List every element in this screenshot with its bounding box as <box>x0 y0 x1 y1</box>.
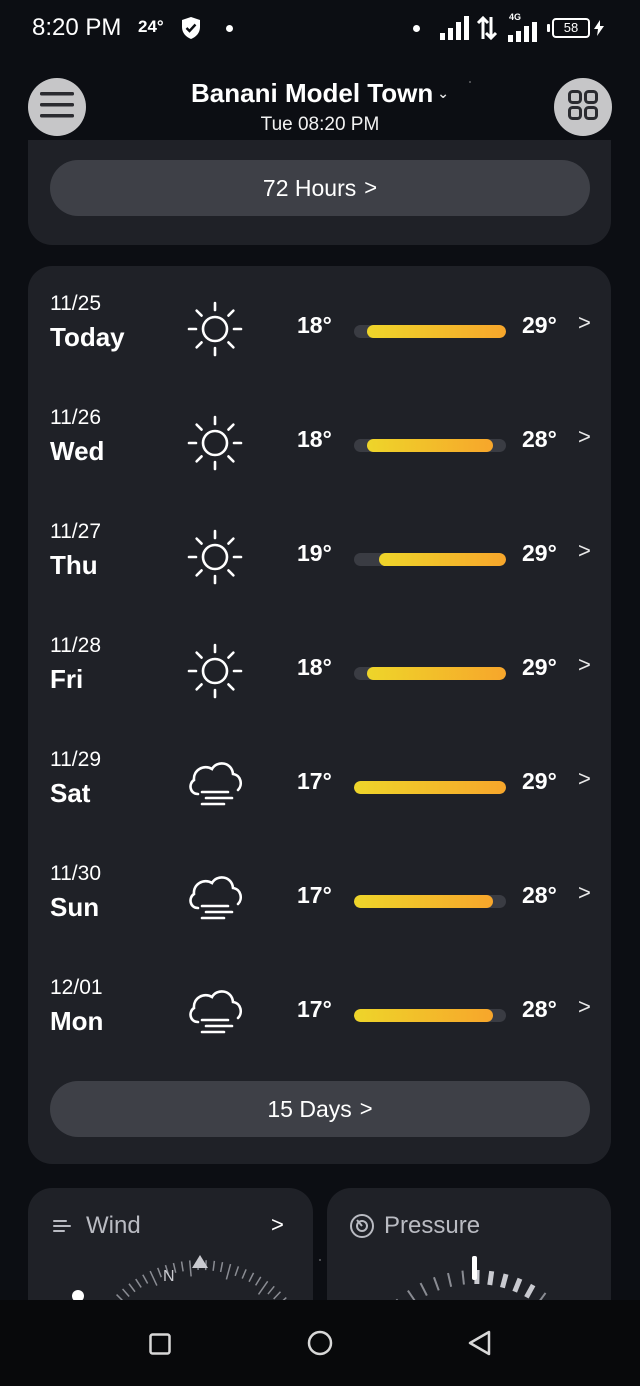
high-temperature: 29° <box>522 540 557 566</box>
data-arrows-icon <box>476 15 498 46</box>
forecast-row[interactable]: 11/30 Sun 17° 28° > <box>50 852 595 966</box>
status-time: 8:20 PM <box>32 14 122 41</box>
days-15-button[interactable]: 15 Days > <box>50 1081 590 1137</box>
sun-icon <box>184 526 246 588</box>
chevron-right-icon: > <box>578 424 591 449</box>
pressure-title: Pressure <box>384 1212 481 1239</box>
forecast-day: Today <box>50 322 125 352</box>
temperature-range-bar <box>354 553 506 566</box>
hours-button-label: 72 Hours <box>262 174 357 201</box>
chevron-right-icon: > <box>578 310 591 335</box>
high-temperature: 28° <box>522 882 557 908</box>
low-temperature: 19° <box>297 540 332 566</box>
status-bar: 8:20 PM 24° 4G 58 <box>0 0 640 58</box>
high-temperature: 29° <box>522 768 557 794</box>
chevron-down-icon: ⌄ <box>437 85 449 101</box>
forecast-day: Sat <box>50 778 91 808</box>
temperature-range-fill <box>379 553 506 566</box>
status-temperature: 24° <box>138 17 164 36</box>
signal-icon <box>508 22 538 47</box>
temperature-range-bar <box>354 895 506 908</box>
chevron-right-icon: > <box>578 538 591 563</box>
temperature-range-fill <box>354 895 494 908</box>
low-temperature: 18° <box>297 426 332 452</box>
wind-icon <box>52 1216 74 1241</box>
temperature-range-fill <box>354 781 506 794</box>
chevron-right-icon: > <box>578 880 591 905</box>
temperature-range-bar <box>354 325 506 338</box>
forecast-date: 11/28 <box>50 634 101 657</box>
high-temperature: 29° <box>522 312 557 338</box>
forecast-date: 12/01 <box>50 976 103 999</box>
location-selector[interactable]: Banani Model Town ⌄ <box>0 78 640 109</box>
chevron-right-icon: > <box>364 175 378 200</box>
forecast-row[interactable]: 11/29 Sat 17° 29° > <box>50 738 595 852</box>
forecast-day: Wed <box>50 436 105 466</box>
chevron-right-icon: > <box>578 766 591 791</box>
sun-icon <box>184 412 246 474</box>
grid-icon <box>568 89 598 125</box>
temperature-range-fill <box>366 439 494 452</box>
haze-cloud-icon <box>184 754 246 816</box>
low-temperature: 17° <box>297 996 332 1022</box>
charging-bolt-icon <box>594 20 604 41</box>
temperature-range-fill <box>366 325 506 338</box>
chevron-right-icon: > <box>578 652 591 677</box>
forecast-row[interactable]: 11/28 Fri 18° 29° > <box>50 624 595 738</box>
forecast-day: Fri <box>50 664 84 694</box>
notification-dot-icon <box>413 25 420 32</box>
low-temperature: 18° <box>297 312 332 338</box>
back-triangle-icon[interactable] <box>468 1330 492 1361</box>
sun-icon <box>184 298 246 360</box>
pressure-gauge-icon <box>349 1213 375 1244</box>
forecast-date: 11/27 <box>50 520 101 543</box>
forecast-date: 11/30 <box>50 862 101 885</box>
forecast-date: 11/25 <box>50 292 101 315</box>
network-type: 4G <box>509 12 522 22</box>
days-button-label: 15 Days <box>267 1095 352 1122</box>
chevron-right-icon: > <box>578 994 591 1019</box>
compass-north-label: N <box>163 1268 175 1285</box>
system-nav-bar <box>0 1300 640 1386</box>
forecast-row[interactable]: 11/26 Wed 18° 28° > <box>50 396 595 510</box>
forecast-date: 11/29 <box>50 748 101 771</box>
high-temperature: 29° <box>522 654 557 680</box>
wind-title: Wind <box>86 1212 141 1239</box>
chevron-right-icon: > <box>359 1096 373 1121</box>
forecast-day: Thu <box>50 550 98 580</box>
temperature-range-fill <box>354 1009 494 1022</box>
forecast-row[interactable]: 12/01 Mon 17° 28° > <box>50 966 595 1080</box>
battery-icon: 58 <box>547 18 590 38</box>
recents-square-icon[interactable] <box>149 1333 171 1360</box>
low-temperature: 18° <box>297 654 332 680</box>
grid-button[interactable] <box>554 78 612 136</box>
temperature-range-fill <box>366 667 506 680</box>
haze-cloud-icon <box>184 982 246 1044</box>
low-temperature: 17° <box>297 882 332 908</box>
forecast-date: 11/26 <box>50 406 101 429</box>
haze-cloud-icon <box>184 868 246 930</box>
notification-dot-icon <box>226 25 233 32</box>
temperature-range-bar <box>354 781 506 794</box>
forecast-row[interactable]: 11/27 Thu 19° 29° > <box>50 510 595 624</box>
low-temperature: 17° <box>297 768 332 794</box>
temperature-range-bar <box>354 667 506 680</box>
forecast-day: Sun <box>50 892 100 922</box>
forecast-row[interactable]: 11/25 Today 18° 29° > <box>50 282 595 396</box>
high-temperature: 28° <box>522 426 557 452</box>
temperature-range-bar <box>354 1009 506 1022</box>
high-temperature: 28° <box>522 996 557 1022</box>
hours-72-button[interactable]: 72 Hours > <box>50 160 590 216</box>
forecast-day: Mon <box>50 1006 104 1036</box>
chevron-right-icon: > <box>271 1212 284 1237</box>
location-name: Banani Model Town <box>191 78 434 108</box>
home-circle-icon[interactable] <box>307 1330 333 1361</box>
shield-icon <box>180 16 202 45</box>
signal-icon <box>440 16 470 45</box>
current-datetime: Tue 08:20 PM <box>260 114 380 135</box>
sun-icon <box>184 640 246 702</box>
temperature-range-bar <box>354 439 506 452</box>
